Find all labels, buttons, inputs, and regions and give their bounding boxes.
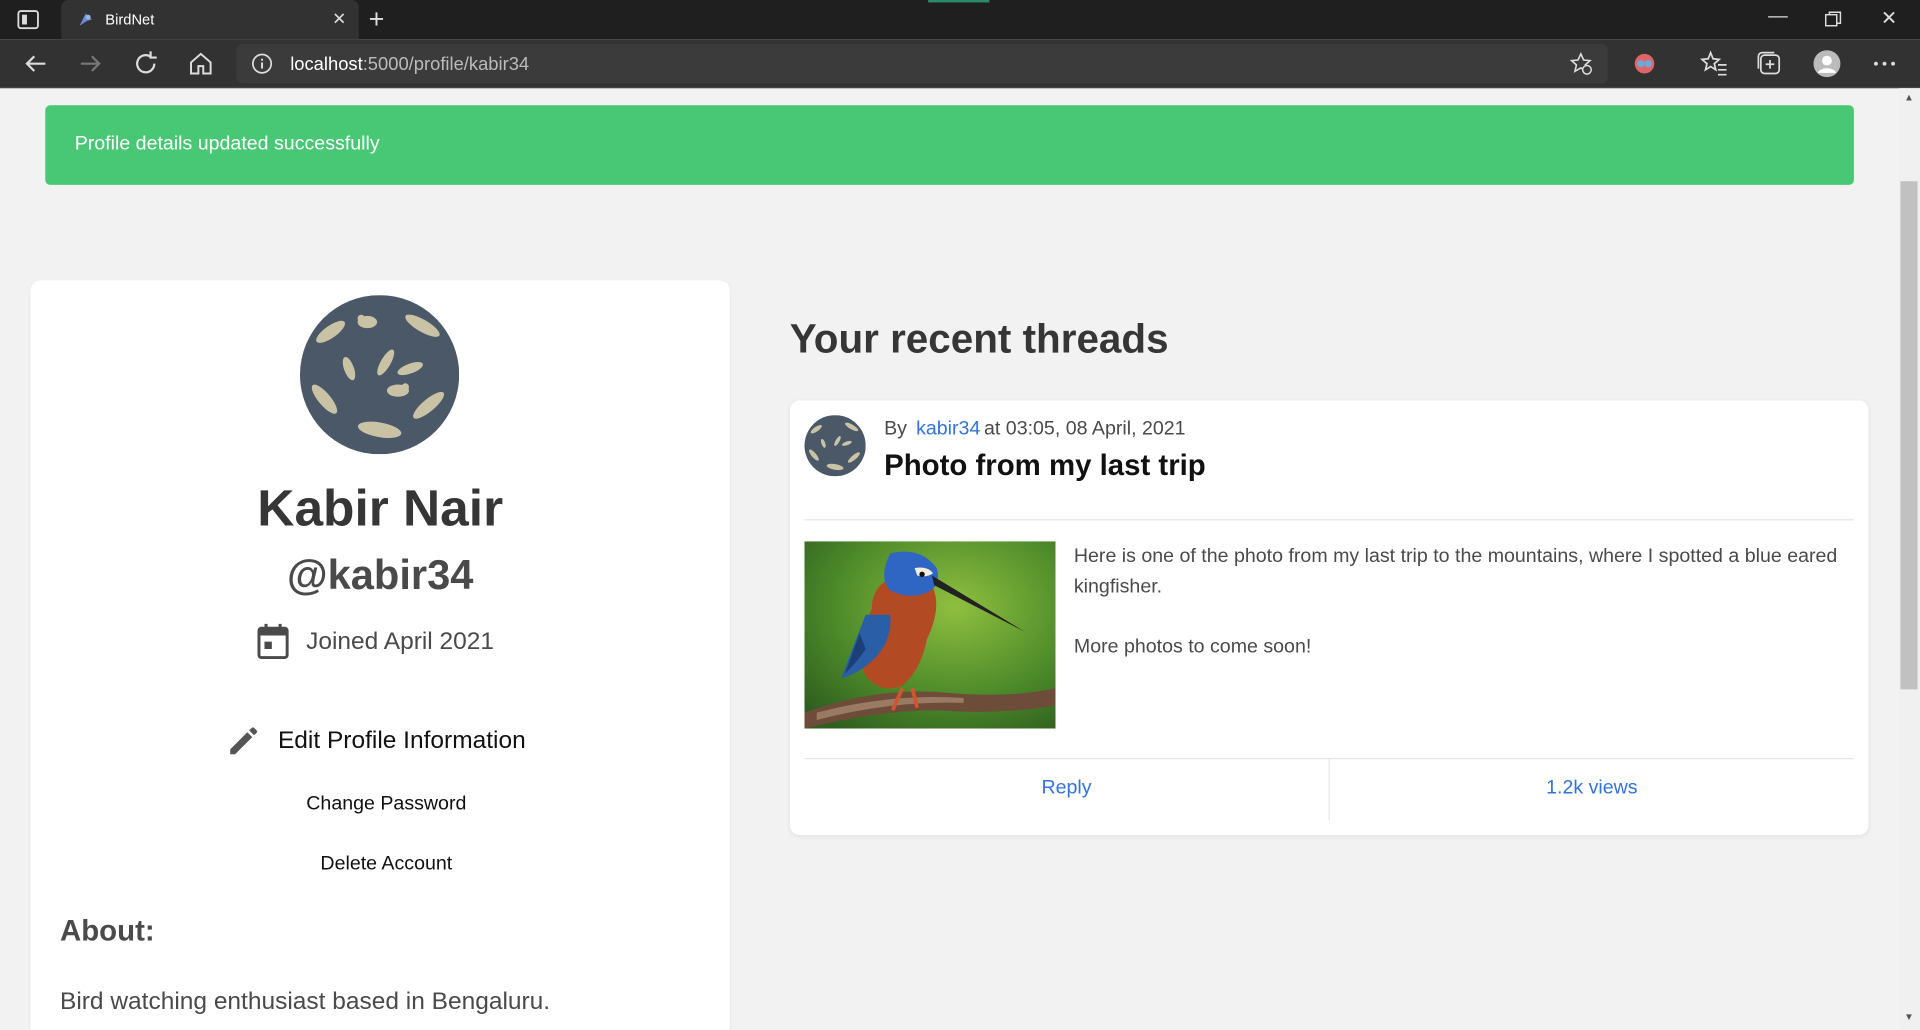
forward-icon[interactable] [76,49,105,78]
minimize-icon[interactable]: — [1768,6,1788,28]
divider [804,519,1854,521]
pencil-icon [230,727,258,755]
tab-bar: BirdNet ✕ + — ✕ [0,0,1920,40]
profile-avatar-icon[interactable] [1812,49,1841,78]
thread-title[interactable]: Photo from my last trip [884,449,1206,483]
profile-card: Kabir Nair @kabir34 Joined April 2021 Ed… [30,280,730,1030]
about-heading: About: [60,914,155,948]
back-icon[interactable] [21,49,50,78]
browser-tab[interactable]: BirdNet ✕ [61,0,359,40]
thread-card: By kabir34 at 03:05, 08 April, 2021 Photo… [789,400,1869,836]
add-favorite-icon[interactable] [1569,51,1593,75]
new-tab-icon[interactable]: + [369,4,385,36]
birdnet-favicon-icon [79,13,92,26]
author-link[interactable]: kabir34 [916,419,980,440]
calendar-icon [257,623,289,660]
author-avatar [804,415,866,477]
scrollbar-thumb[interactable] [1900,181,1918,690]
close-window-icon[interactable]: ✕ [1881,6,1897,30]
profile-avatar [300,295,460,455]
home-icon[interactable] [186,49,215,78]
extension-icon[interactable] [1630,49,1659,78]
profile-handle: @kabir34 [286,552,474,599]
thread-body: Here is one of the photo from my last tr… [1073,546,1838,657]
tab-title: BirdNet [105,11,155,29]
recent-threads-heading: Your recent threads [789,315,1169,362]
thread-byline: By kabir34 at 03:05, 08 April, 2021 [884,418,1186,440]
scroll-up-icon[interactable]: ▲ [1904,92,1914,103]
joined-text: Joined April 2021 [306,627,495,655]
scroll-down-icon[interactable]: ▼ [1904,1011,1914,1022]
alert-message: Profile details updated successfully [74,133,380,155]
views-count: 1.2k views [1546,777,1638,799]
browser-window: BirdNet ✕ + — ✕ localhost:5000/profile/k… [0,0,1920,1030]
refresh-icon[interactable] [131,49,160,78]
thread-timestamp: at 03:05, 08 April, 2021 [984,418,1186,440]
joined-date: Joined April 2021 [257,621,494,663]
close-tab-icon[interactable]: ✕ [332,9,346,30]
info-icon[interactable] [251,53,273,75]
edit-profile-label: Edit Profile Information [277,726,526,754]
change-password-link[interactable]: Change Password [31,793,742,815]
about-text: Bird watching enthusiast based in Bengal… [60,988,551,1016]
reply-button[interactable]: Reply [804,778,1328,800]
tab-indicator [928,0,990,3]
address-bar[interactable]: localhost:5000/profile/kabir34 [236,44,1608,84]
more-options-icon[interactable] [1870,49,1899,78]
url-text: localhost:5000/profile/kabir34 [290,53,530,75]
kingfisher-photo[interactable] [804,541,1056,729]
favorites-icon[interactable] [1700,49,1729,78]
edit-profile-button[interactable]: Edit Profile Information [227,721,526,760]
browser-toolbar: localhost:5000/profile/kabir34 [0,39,1920,89]
delete-account-link[interactable]: Delete Account [31,853,742,875]
success-alert: Profile details updated successfully [45,105,1854,185]
tab-actions-icon[interactable] [17,10,39,30]
profile-name: Kabir Nair [257,478,504,537]
collections-icon[interactable] [1755,49,1784,78]
restore-icon[interactable] [1824,11,1842,28]
